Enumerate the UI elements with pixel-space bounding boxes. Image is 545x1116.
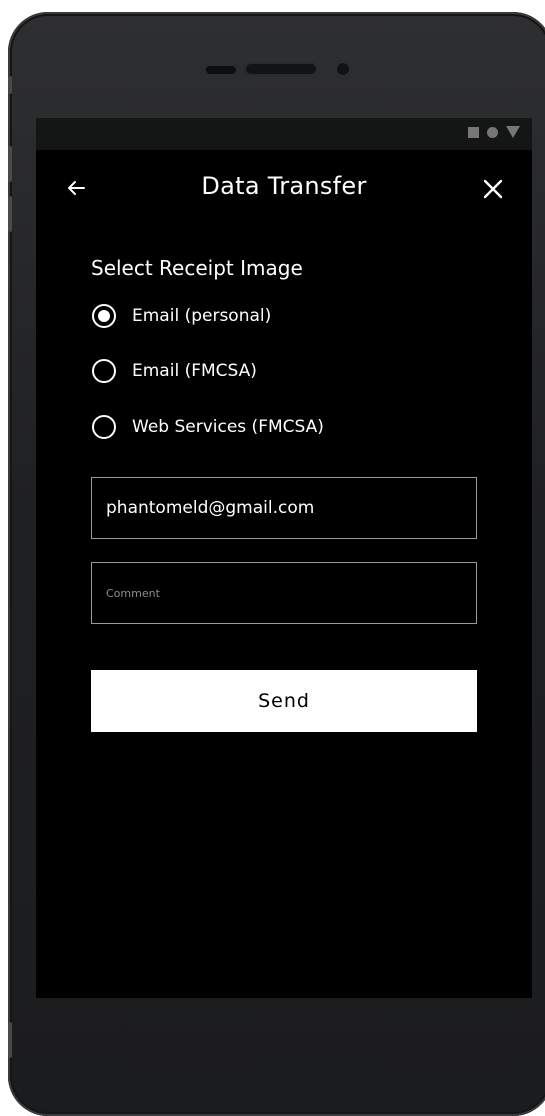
radio-option-email-fmcsa[interactable]: Email (FMCSA) bbox=[92, 359, 257, 383]
close-button[interactable] bbox=[476, 172, 510, 206]
app-screen: Data Transfer Select Receipt Image Email… bbox=[36, 150, 532, 998]
radio-label: Email (FMCSA) bbox=[132, 361, 257, 381]
radio-button[interactable] bbox=[92, 359, 116, 383]
signal-triangle-icon bbox=[506, 126, 520, 138]
status-icons bbox=[468, 126, 520, 138]
side-key bbox=[8, 146, 12, 182]
send-button[interactable]: Send bbox=[91, 670, 477, 732]
comment-placeholder: Comment bbox=[106, 586, 160, 600]
email-field[interactable]: phantomeld@gmail.com bbox=[91, 477, 477, 539]
page-title: Data Transfer bbox=[201, 172, 367, 200]
radio-button[interactable] bbox=[92, 415, 116, 439]
proximity-sensor bbox=[204, 64, 238, 76]
radio-option-email-personal[interactable]: Email (personal) bbox=[92, 304, 271, 328]
earpiece-speaker bbox=[244, 62, 318, 76]
side-key bbox=[8, 76, 12, 94]
status-bar bbox=[36, 118, 532, 150]
radio-label: Email (personal) bbox=[132, 306, 272, 326]
radio-button-checked[interactable] bbox=[92, 304, 116, 328]
front-camera bbox=[334, 60, 352, 78]
side-key bbox=[8, 196, 12, 232]
circle-icon bbox=[487, 126, 498, 138]
square-icon bbox=[468, 126, 479, 138]
side-key bbox=[8, 1022, 12, 1058]
close-icon bbox=[483, 179, 503, 199]
radio-option-web-services-fmcsa[interactable]: Web Services (FMCSA) bbox=[92, 415, 324, 439]
radio-label: Web Services (FMCSA) bbox=[132, 417, 324, 437]
section-label: Select Receipt Image bbox=[91, 256, 303, 280]
comment-field[interactable]: Comment bbox=[91, 562, 477, 624]
email-value: phantomeld@gmail.com bbox=[106, 498, 315, 518]
